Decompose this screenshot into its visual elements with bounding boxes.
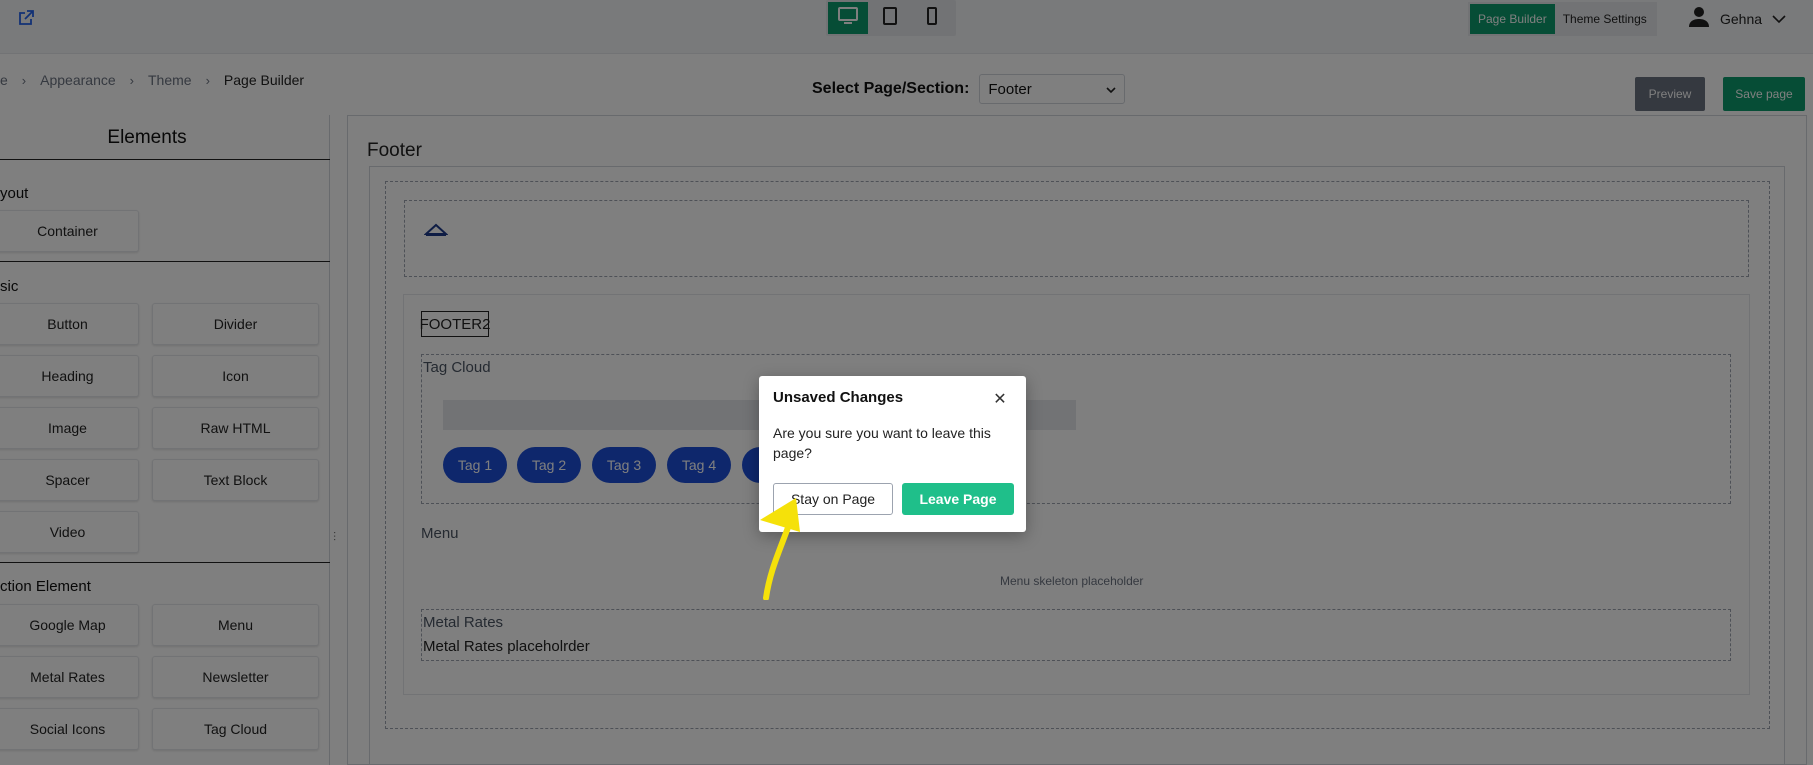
close-icon[interactable]: ✕ [992,391,1008,408]
stay-on-page-button[interactable]: Stay on Page [773,483,893,515]
dialog-message: Are you sure you want to leave this page… [773,425,991,461]
unsaved-changes-dialog: Unsaved Changes ✕ Are you sure you want … [759,376,1026,532]
leave-page-button[interactable]: Leave Page [902,483,1014,515]
dialog-title: Unsaved Changes [773,389,904,406]
